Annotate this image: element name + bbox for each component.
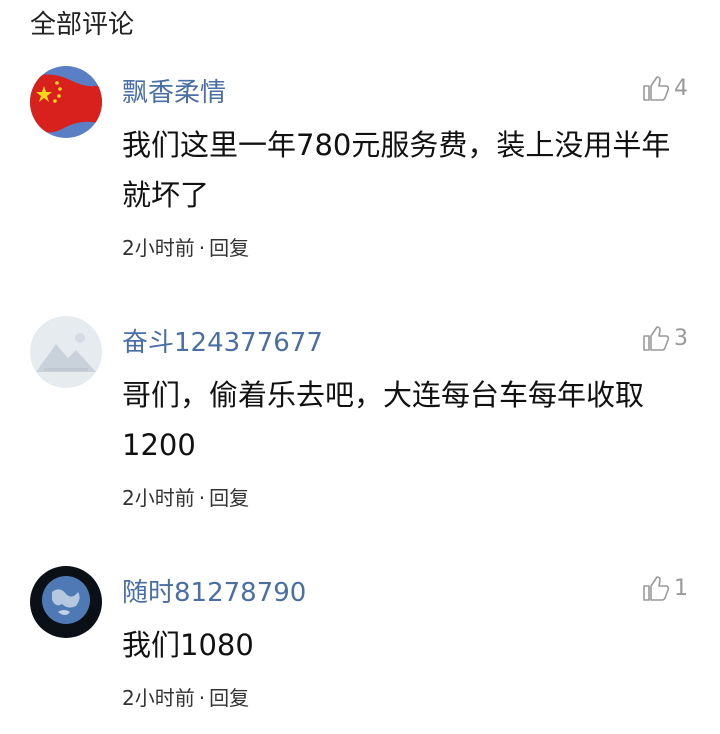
thumbs-up-icon <box>643 576 670 601</box>
username[interactable]: 随时81278790 <box>122 572 306 609</box>
user-avatar[interactable] <box>30 566 102 638</box>
username[interactable]: 奋斗124377677 <box>122 322 323 359</box>
earth-avatar-icon <box>30 566 102 638</box>
comment-text: 哥们，偷着乐去吧，大连每台车每年收取1200 <box>122 378 645 462</box>
thumbs-up-icon <box>643 326 670 351</box>
meta-separator: · <box>198 686 206 710</box>
section-title: 全部评论 <box>30 10 135 40</box>
reply-button[interactable]: 回复 <box>209 236 249 260</box>
reply-button[interactable]: 回复 <box>209 686 249 710</box>
thumbs-up-icon <box>643 76 670 101</box>
like-button[interactable]: 4 <box>640 72 688 104</box>
like-count: 3 <box>674 325 688 351</box>
comment-time: 2小时前 <box>122 686 195 710</box>
like-button[interactable]: 1 <box>640 572 688 604</box>
reply-button[interactable]: 回复 <box>209 486 249 510</box>
comment-text: 我们1080 <box>122 628 254 662</box>
default-landscape-avatar-icon <box>30 316 102 388</box>
comment-time: 2小时前 <box>122 236 195 260</box>
meta-separator: · <box>198 236 206 260</box>
comment-meta: 2小时前 · 回复 <box>122 682 249 711</box>
comment-meta: 2小时前 · 回复 <box>122 232 249 261</box>
comment-meta: 2小时前 · 回复 <box>122 482 249 511</box>
comment-text: 我们这里一年780元服务费，装上没用半年就坏了 <box>122 128 671 212</box>
username[interactable]: 飘香柔情 <box>122 72 226 109</box>
user-avatar[interactable] <box>30 316 102 388</box>
like-button[interactable]: 3 <box>640 322 688 354</box>
comment-time: 2小时前 <box>122 486 195 510</box>
like-count: 1 <box>674 575 688 601</box>
china-flag-avatar-icon <box>30 66 102 138</box>
like-count: 4 <box>674 75 688 101</box>
meta-separator: · <box>198 486 206 510</box>
user-avatar[interactable] <box>30 66 102 138</box>
